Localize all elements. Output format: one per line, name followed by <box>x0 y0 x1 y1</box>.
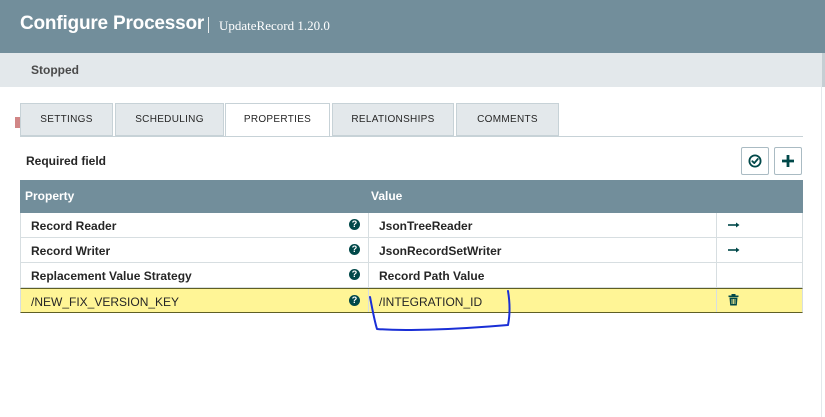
processor-type-version: UpdateRecord 1.20.0 <box>219 18 330 33</box>
plus-icon <box>782 155 794 167</box>
column-divider <box>716 213 717 237</box>
column-divider <box>716 289 717 312</box>
property-value[interactable]: JsonRecordSetWriter <box>379 244 501 258</box>
arrow-right-icon[interactable] <box>727 218 741 232</box>
help-icon[interactable]: ? <box>349 244 360 255</box>
property-name: Replacement Value Strategy <box>31 269 192 283</box>
handwritten-annotation <box>369 290 511 331</box>
table-header: Property Value <box>20 180 803 213</box>
arrow-right-icon[interactable] <box>727 243 741 257</box>
table-row[interactable]: Record Writer ? JsonRecordSetWriter <box>20 238 803 263</box>
column-divider <box>368 213 369 237</box>
help-icon[interactable]: ? <box>349 295 360 306</box>
dialog-header: Configure Processor UpdateRecord 1.20.0 <box>0 0 825 53</box>
column-header-value: Value <box>371 189 403 203</box>
tab-properties[interactable]: PROPERTIES <box>225 103 330 137</box>
dialog-title: Configure Processor <box>20 13 205 34</box>
tab-underline <box>20 136 803 137</box>
help-icon[interactable]: ? <box>349 269 360 280</box>
property-value[interactable]: Record Path Value <box>379 269 484 283</box>
column-divider <box>368 238 369 262</box>
column-divider <box>716 263 717 287</box>
property-name: /NEW_FIX_VERSION_KEY <box>31 295 180 309</box>
property-name: Record Reader <box>31 219 117 233</box>
table-row[interactable]: Record Reader ? JsonTreeReader <box>20 213 803 238</box>
add-property-button[interactable] <box>774 147 802 175</box>
tab-relationships[interactable]: RELATIONSHIPS <box>332 103 454 136</box>
column-header-property: Property <box>25 189 75 203</box>
title-divider <box>208 17 209 33</box>
tab-scheduling[interactable]: SCHEDULING <box>115 103 224 136</box>
tab-comments[interactable]: COMMENTS <box>456 103 559 136</box>
column-divider <box>368 263 369 287</box>
column-divider <box>716 238 717 262</box>
scrollbar-track <box>821 87 822 417</box>
required-field-label: Required field <box>26 154 107 168</box>
status-bar: Stopped <box>0 53 825 128</box>
check-circle-icon <box>748 154 762 168</box>
help-icon[interactable]: ? <box>349 219 360 230</box>
run-status-text: Stopped <box>31 63 79 77</box>
property-name: Record Writer <box>31 244 111 258</box>
trash-icon[interactable] <box>728 294 739 306</box>
property-value[interactable]: JsonTreeReader <box>379 219 472 233</box>
verify-properties-button[interactable] <box>741 147 769 175</box>
tab-settings[interactable]: SETTINGS <box>20 103 113 136</box>
